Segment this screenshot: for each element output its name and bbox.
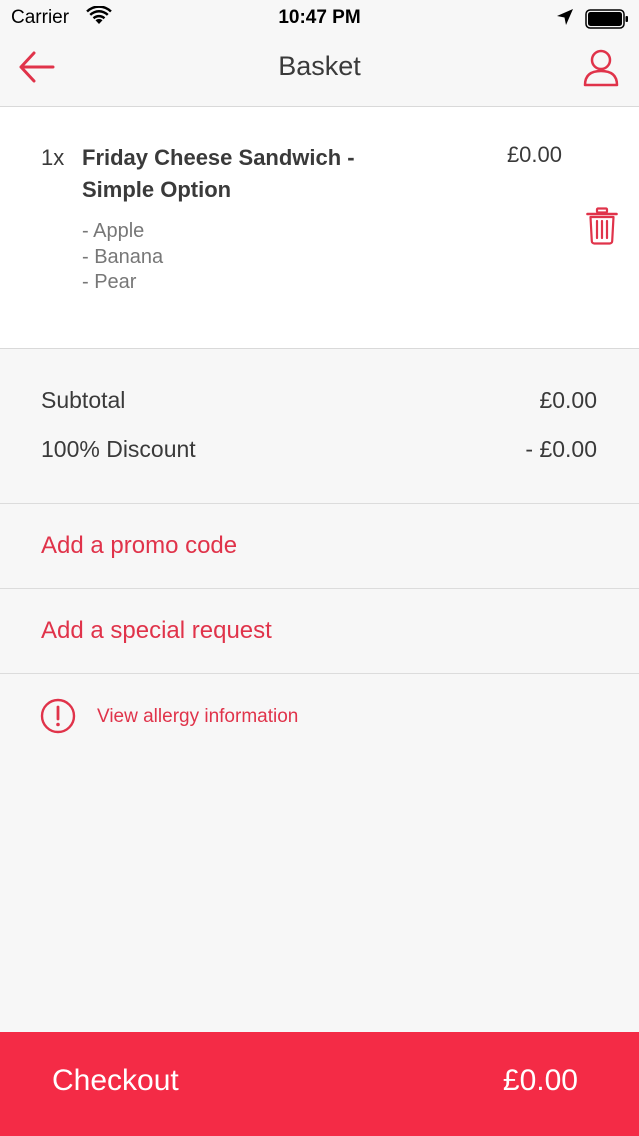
item-option: - Pear xyxy=(82,271,137,293)
item-price: £0.00 xyxy=(506,142,562,167)
add-special-request-label: Add a special request xyxy=(41,617,272,644)
view-allergy-info-label: View allergy information xyxy=(97,706,299,727)
subtotal-value: £0.00 xyxy=(539,387,597,413)
item-quantity: 1x xyxy=(41,145,65,170)
add-promo-code-label: Add a promo code xyxy=(41,532,238,559)
discount-label: 100% Discount xyxy=(41,436,196,462)
item-option: - Apple xyxy=(82,220,145,242)
item-option: - Banana xyxy=(82,245,164,268)
location-arrow-icon xyxy=(556,8,574,32)
view-allergy-info-link[interactable]: View allergy information xyxy=(0,690,639,746)
alert-circle-icon xyxy=(40,698,76,734)
delete-item-button[interactable] xyxy=(586,207,618,245)
add-special-request-button[interactable]: Add a special request xyxy=(0,589,639,674)
user-icon xyxy=(583,49,619,87)
item-options-list: - Apple - Banana - Pear xyxy=(82,219,163,296)
subtotal-label: Subtotal xyxy=(41,387,126,413)
page-title: Basket xyxy=(278,51,361,81)
add-promo-code-button[interactable]: Add a promo code xyxy=(0,504,639,589)
discount-value: - £0.00 xyxy=(525,436,597,462)
totals-section: Subtotal £0.00 100% Discount - £0.00 xyxy=(0,349,639,504)
clock-time: 10:47 PM xyxy=(278,7,361,28)
nav-bar: Basket xyxy=(0,36,639,107)
checkout-label: Checkout xyxy=(52,1064,179,1097)
status-bar: Carrier 10:47 PM xyxy=(0,0,639,36)
item-name: Friday Cheese Sandwich - Simple Option xyxy=(82,145,355,202)
profile-button[interactable] xyxy=(582,49,620,87)
battery-icon xyxy=(585,9,629,35)
checkout-button[interactable]: Checkout £0.00 xyxy=(0,1032,639,1136)
checkout-total: £0.00 xyxy=(502,1064,578,1097)
basket-item: 1x Friday Cheese Sandwich - Simple Optio… xyxy=(0,107,639,349)
trash-icon xyxy=(586,207,618,245)
